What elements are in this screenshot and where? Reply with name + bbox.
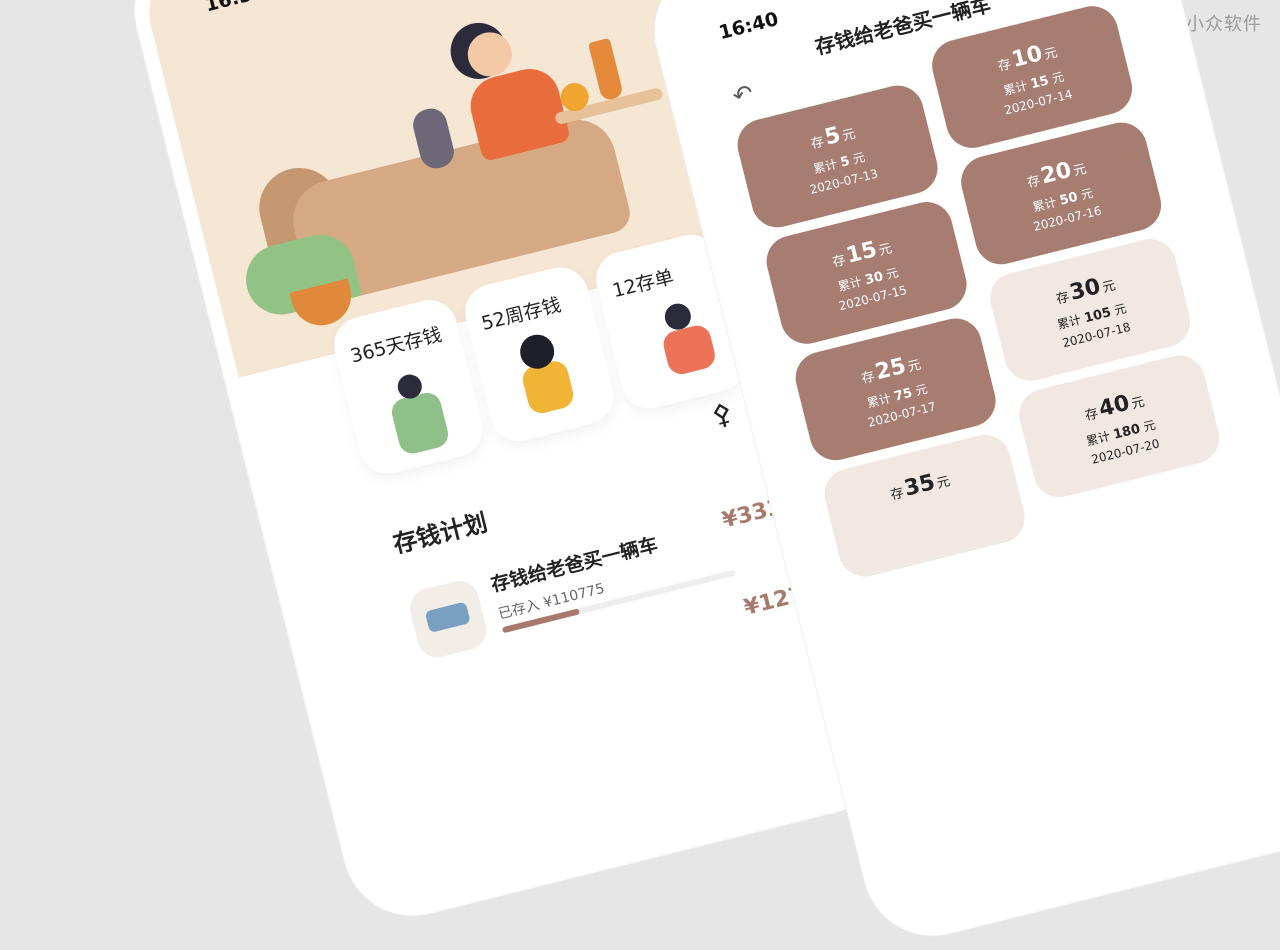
tile-total-label: 累计 (811, 157, 839, 177)
tile-total-unit: 元 (913, 381, 929, 399)
tile-unit: 元 (1100, 278, 1118, 296)
tile-prefix: 存 (860, 369, 877, 387)
card-365-label: 365天存钱 (348, 323, 445, 368)
tile-total-unit: 元 (1141, 417, 1157, 435)
jar-icon[interactable]: ⚴ (708, 396, 736, 433)
watermark: 小众软件 (1186, 14, 1262, 35)
tile-amount: 20 (1038, 157, 1075, 190)
tile-amount-line: 存35元 (824, 451, 1014, 521)
tile-unit: 元 (935, 474, 952, 492)
tile-amount: 25 (872, 353, 909, 386)
tile-total-unit: 元 (1079, 185, 1095, 203)
tile-total: 30 (863, 269, 885, 289)
car-icon (405, 576, 491, 662)
card-52-label: 52周存钱 (479, 293, 564, 335)
tile-unit: 元 (1129, 394, 1147, 413)
tile-total-unit: 元 (851, 150, 867, 167)
tile-total: 50 (1058, 189, 1080, 209)
tile-prefix: 存 (831, 252, 848, 271)
tile-total-label: 累计 (836, 274, 864, 294)
card-52-weeks[interactable]: 52周存钱 (459, 261, 620, 448)
tile-unit: 元 (877, 241, 894, 259)
tile-unit: 元 (906, 357, 923, 376)
status-time: 16:40 (716, 8, 781, 45)
tile-amount: 10 (1009, 41, 1046, 73)
tile-total-label: 累计 (865, 390, 893, 411)
vase (588, 37, 624, 102)
tile-total-unit: 元 (884, 265, 900, 282)
tile-prefix: 存 (809, 134, 826, 153)
reader-figure (660, 322, 718, 378)
tile-total-label: 累计 (1031, 195, 1058, 215)
tile-total: 180 (1111, 421, 1142, 443)
tile-unit: 元 (1042, 45, 1060, 64)
tile-amount: 15 (843, 237, 880, 269)
tile-prefix: 存 (996, 56, 1013, 75)
card-365-days[interactable]: 365天存钱 (328, 294, 489, 480)
tile-total: 5 (838, 153, 852, 171)
tile-amount: 40 (1096, 390, 1133, 423)
tile-amount: 35 (901, 470, 938, 502)
section-title: 存钱计划 (390, 508, 491, 559)
man-figure (388, 389, 451, 457)
undo-icon[interactable]: ↶ (730, 79, 756, 111)
tile-unit: 元 (840, 126, 858, 145)
tile-total-unit: 元 (1112, 301, 1128, 318)
tile-total: 15 (1029, 73, 1051, 93)
tile-amount: 30 (1067, 274, 1104, 306)
card-12-label: 12存单 (610, 265, 676, 303)
tile-prefix: 存 (1025, 173, 1042, 192)
tile-total: 105 (1082, 305, 1113, 327)
tile-prefix: 存 (889, 485, 906, 504)
tile-total-unit: 元 (1050, 69, 1066, 87)
tile-total: 75 (892, 385, 914, 405)
tile-prefix: 存 (1054, 289, 1071, 308)
tile-total-label: 累计 (1002, 78, 1029, 99)
tile-total-label: 累计 (1055, 312, 1083, 333)
tile-total-label: 累计 (1084, 429, 1112, 449)
tile-unit: 元 (1071, 161, 1089, 180)
tile-prefix: 存 (1083, 406, 1100, 424)
